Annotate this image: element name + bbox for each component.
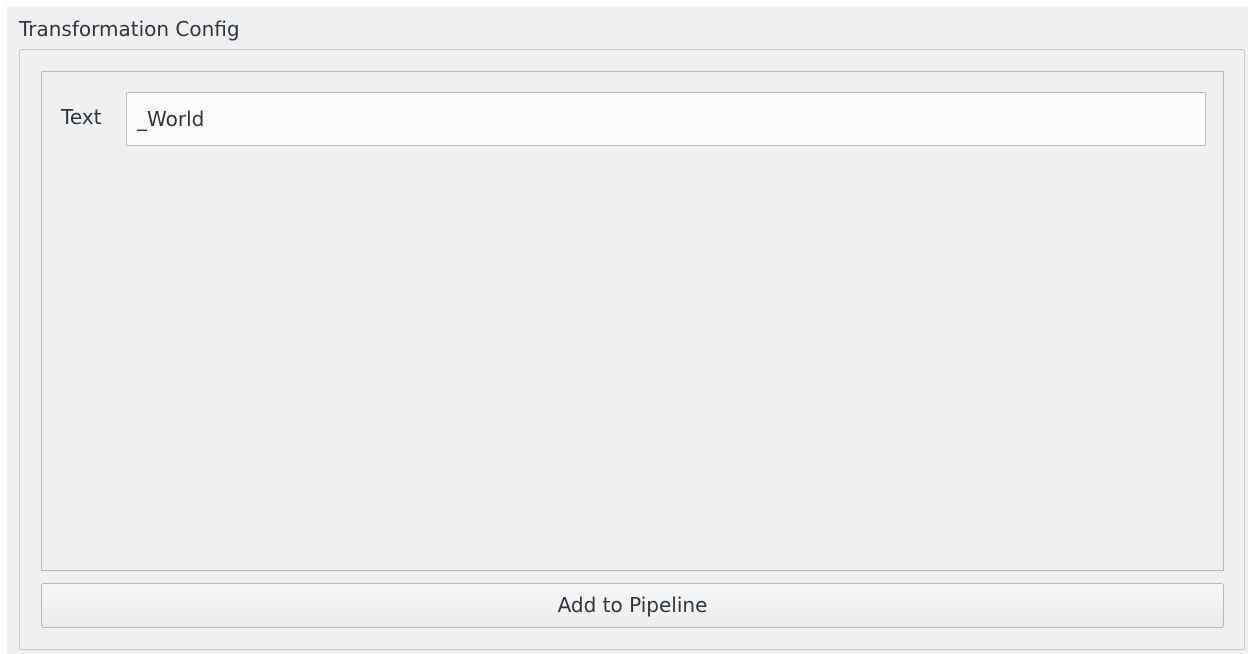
text-input[interactable]	[126, 92, 1206, 146]
add-to-pipeline-button[interactable]: Add to Pipeline	[41, 583, 1224, 628]
config-form-frame: Text	[41, 71, 1224, 571]
transformation-config-panel: Transformation Config Text Add to Pipeli…	[7, 6, 1248, 654]
text-field-label: Text	[61, 105, 102, 129]
transformation-config-groupbox: Text Add to Pipeline	[19, 49, 1245, 650]
group-title: Transformation Config	[19, 17, 240, 41]
